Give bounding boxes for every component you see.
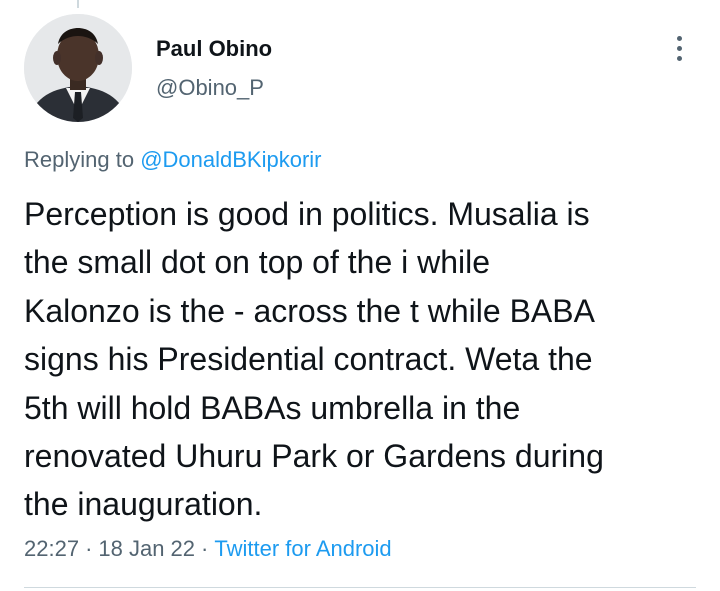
tweet-detail: Paul Obino @Obino_P Replying to @DonaldB…	[0, 0, 720, 591]
tweet-text-line: the small dot on top of the i while	[24, 244, 491, 281]
more-vertical-icon	[676, 35, 682, 41]
tweet-text-line: 5th will hold BABAs umbrella in the	[24, 389, 521, 426]
meta-separator: ·	[85, 536, 93, 561]
tweet-text-line: signs his Presidential contract. Weta th…	[24, 341, 593, 378]
author-handle[interactable]: @Obino_P	[156, 75, 264, 101]
replying-to-label: Replying to	[24, 147, 135, 172]
divider	[24, 587, 696, 588]
replying-to: Replying to @DonaldBKipkorir	[24, 147, 322, 173]
tweet-text: Perception is good in politics. Musalia …	[24, 190, 700, 529]
tweet-meta: 22:27 · 18 Jan 22 · Twitter for Android	[24, 536, 392, 562]
thread-connector-line	[77, 0, 79, 8]
meta-separator: ·	[201, 536, 209, 561]
tweet-time[interactable]: 22:27	[24, 536, 79, 561]
tweet-text-line: Kalonzo is the - across the t while BABA	[24, 292, 595, 329]
more-vertical-icon	[676, 55, 682, 61]
author-name[interactable]: Paul Obino	[156, 36, 272, 62]
tweet-text-line: the inauguration.	[24, 486, 263, 523]
avatar-image	[24, 14, 132, 122]
reply-mention-link[interactable]: @DonaldBKipkorir	[140, 147, 321, 172]
avatar[interactable]	[24, 14, 132, 122]
tweet-text-line: renovated Uhuru Park or Gardens during	[24, 438, 604, 475]
more-vertical-icon	[676, 45, 682, 51]
tweet-date[interactable]: 18 Jan 22	[98, 536, 195, 561]
tweet-source-link[interactable]: Twitter for Android	[214, 536, 391, 561]
tweet-text-line: Perception is good in politics. Musalia …	[24, 196, 590, 232]
more-options-button[interactable]	[664, 30, 694, 66]
